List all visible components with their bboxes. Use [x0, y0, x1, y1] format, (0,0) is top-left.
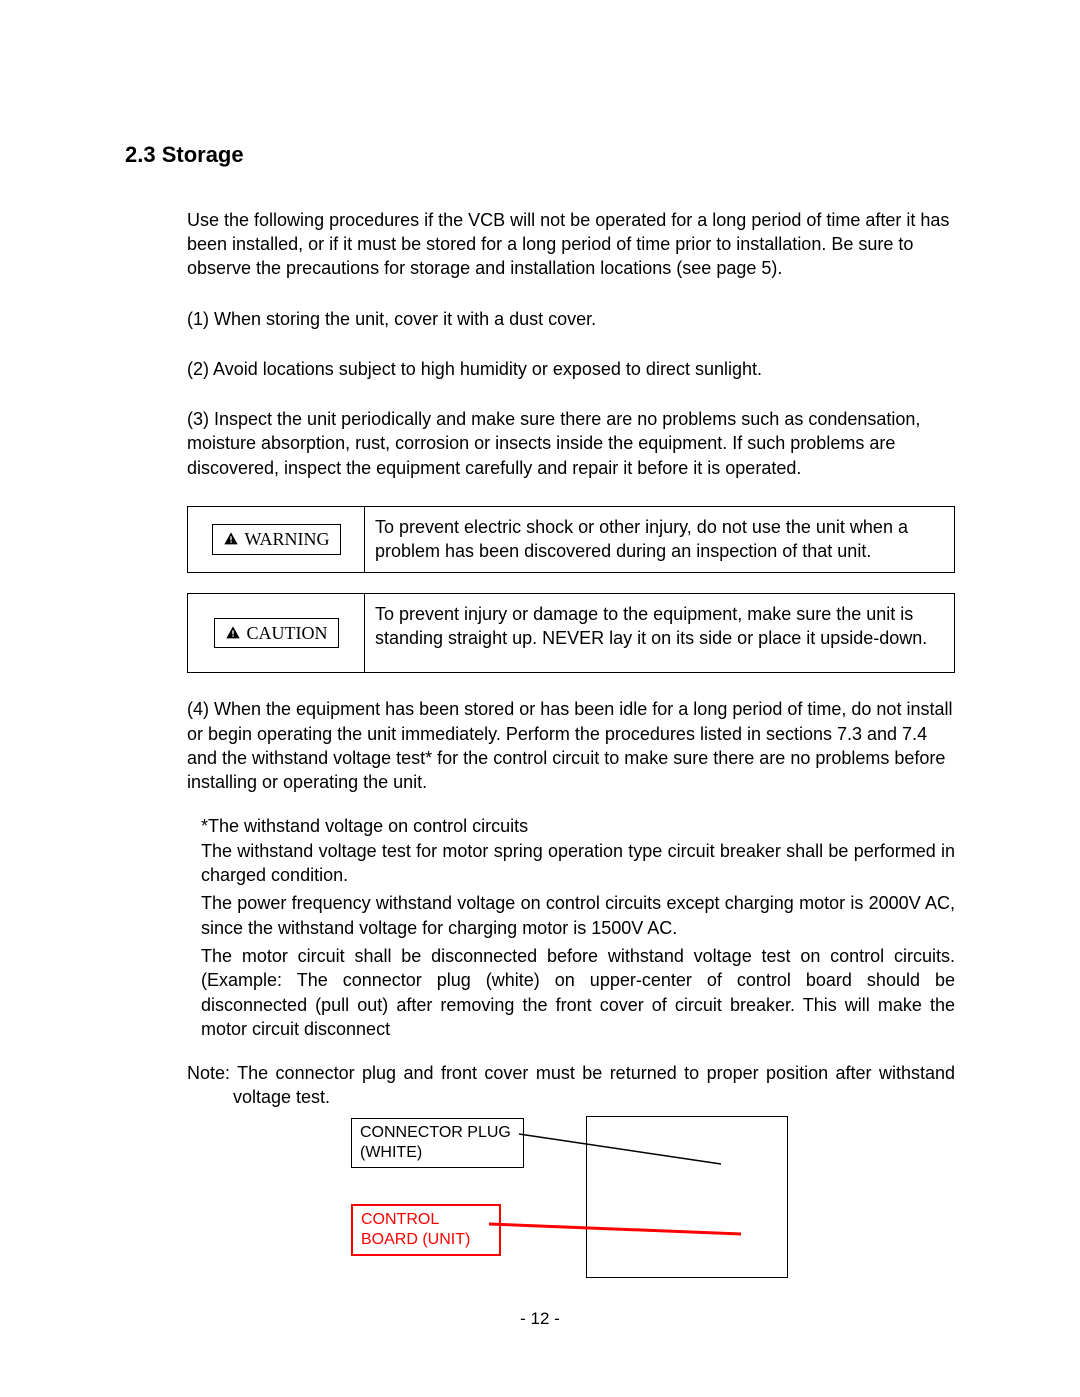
page-number: - 12 - — [125, 1308, 955, 1331]
diagram-connector-plug-text: CONNECTOR PLUG (WHITE) — [360, 1124, 511, 1161]
intro-paragraph: Use the following procedures if the VCB … — [187, 208, 955, 281]
note-body-3: The motor circuit shall be disconnected … — [201, 944, 955, 1041]
diagram: CONNECTOR PLUG (WHITE) CONTROL BOARD (UN… — [341, 1116, 801, 1286]
caution-callout: CAUTION To prevent injury or damage to t… — [187, 593, 955, 674]
paragraph-4: (4) When the equipment has been stored o… — [187, 697, 955, 794]
warning-callout: WARNING To prevent electric shock or oth… — [187, 506, 955, 573]
paragraph-2: (2) Avoid locations subject to high humi… — [187, 357, 955, 381]
warning-label-cell: WARNING — [188, 507, 364, 572]
diagram-wrap: CONNECTOR PLUG (WHITE) CONTROL BOARD (UN… — [187, 1116, 955, 1286]
diagram-control-board-label: CONTROL BOARD (UNIT) — [351, 1204, 501, 1256]
paragraph-3: (3) Inspect the unit periodically and ma… — [187, 407, 955, 480]
caution-label-text: CAUTION — [247, 621, 328, 645]
diagram-control-board-text: CONTROL BOARD (UNIT) — [361, 1211, 470, 1248]
caution-triangle-icon — [225, 625, 241, 641]
note-body-1: The withstand voltage test for motor spr… — [201, 839, 955, 888]
caution-text-cell: To prevent injury or damage to the equip… — [364, 594, 954, 673]
warning-text-cell: To prevent electric shock or other injur… — [364, 507, 954, 572]
paragraph-1: (1) When storing the unit, cover it with… — [187, 307, 955, 331]
withstand-note-block: *The withstand voltage on control circui… — [187, 814, 955, 1041]
caution-text: To prevent injury or damage to the equip… — [375, 602, 944, 651]
diagram-connector-plug-label: CONNECTOR PLUG (WHITE) — [351, 1118, 524, 1168]
diagram-unit-rect — [586, 1116, 788, 1278]
document-page: 2.3 Storage Use the following procedures… — [0, 0, 1080, 1397]
body-block: Use the following procedures if the VCB … — [125, 208, 955, 1286]
note-title: *The withstand voltage on control circui… — [201, 814, 955, 838]
warning-label-box: WARNING — [212, 524, 341, 554]
warning-triangle-icon — [223, 531, 239, 547]
warning-text: To prevent electric shock or other injur… — [375, 515, 944, 564]
caution-label-cell: CAUTION — [188, 594, 364, 673]
note-body-2: The power frequency withstand voltage on… — [201, 891, 955, 940]
caution-label-box: CAUTION — [214, 618, 339, 648]
note-final: Note: The connector plug and front cover… — [187, 1061, 955, 1110]
section-heading: 2.3 Storage — [125, 140, 955, 170]
warning-label-text: WARNING — [245, 527, 330, 551]
